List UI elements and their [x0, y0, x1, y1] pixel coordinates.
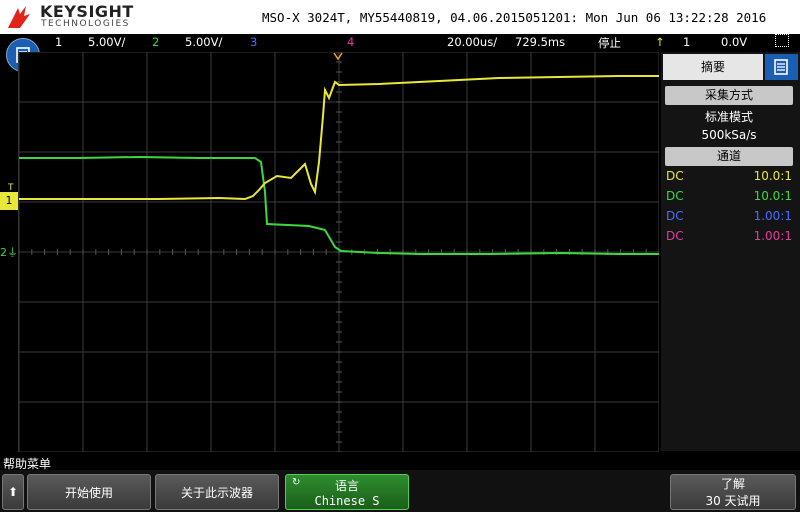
getting-started-softkey[interactable]: 开始使用	[27, 474, 151, 510]
softkey-label: 开始使用	[64, 485, 113, 500]
ch2-marker-label: 2	[0, 246, 7, 259]
channel-row: DC 10.0:1	[0, 189, 800, 207]
graticule	[19, 52, 659, 452]
trigger-level[interactable]: 0.0V	[721, 35, 747, 49]
screen-select-icon[interactable]	[775, 34, 789, 47]
ch2-number[interactable]: 2	[152, 35, 159, 49]
refresh-icon: ↻	[292, 477, 301, 488]
channel-coupling: DC	[666, 169, 684, 183]
channel-probe: 10.0:1	[753, 169, 792, 183]
trigger-source[interactable]: 1	[683, 35, 690, 49]
trigger-position-marker	[333, 52, 343, 61]
ch1-scale[interactable]: 5.00V/	[88, 35, 125, 49]
softkey-value: 30 天试用	[705, 494, 761, 508]
channel-probe: 10.0:1	[753, 189, 792, 203]
channel-coupling: DC	[666, 209, 684, 223]
channel-coupling: DC	[666, 189, 684, 203]
ch3-number[interactable]: 3	[250, 35, 257, 49]
arrow-up-icon: ⬆	[7, 485, 19, 499]
timebase-value[interactable]: 20.00us/	[447, 35, 497, 49]
trigger-edge-icon: ↑	[655, 35, 665, 49]
about-softkey[interactable]: 关于此示波器	[155, 474, 279, 510]
channel-row: DC 1.00:1	[0, 209, 800, 227]
softkey-label: 了解	[720, 477, 745, 491]
channel-row: DC 10.0:1	[0, 169, 800, 187]
softkey-label: 语言	[334, 478, 359, 493]
ground-icon: ⏚	[7, 246, 18, 259]
learn-softkey[interactable]: 了解 30 天试用	[670, 474, 796, 510]
channel-coupling: DC	[666, 229, 684, 243]
ch2-scale[interactable]: 5.00V/	[185, 35, 222, 49]
ch1-number[interactable]: 1	[55, 35, 62, 49]
acquisition-button[interactable]: 采集方式	[665, 86, 793, 105]
menu-icon	[774, 59, 788, 75]
brand-subtitle: TECHNOLOGIES	[41, 19, 130, 29]
channel-probe: 1.00:1	[753, 209, 792, 223]
channel-status-bar: 1 5.00V/ 2 5.00V/ 3 4 20.00us/ 729.5ms 停…	[0, 34, 800, 52]
channel-button[interactable]: 通道	[665, 147, 793, 166]
ch4-number[interactable]: 4	[347, 35, 354, 49]
run-state: 停止	[598, 36, 621, 50]
softkey-value: Chinese S	[314, 493, 380, 508]
menu-up-button[interactable]: ⬆	[2, 474, 24, 510]
delay-value[interactable]: 729.5ms	[515, 35, 565, 49]
instrument-title: MSO-X 3024T, MY55440819, 04.06.201505120…	[262, 10, 767, 25]
channel-probe: 1.00:1	[753, 229, 792, 243]
tab-summary[interactable]: 摘要	[663, 54, 763, 80]
sample-rate: 500kSa/s	[701, 128, 757, 142]
acquisition-mode: 标准模式	[704, 110, 753, 124]
keysight-logo-icon	[8, 6, 30, 28]
language-softkey[interactable]: ↻ 语言 Chinese S	[285, 474, 409, 510]
waveform-display[interactable]	[18, 52, 659, 452]
panel-menu-button[interactable]	[765, 54, 798, 80]
softkey-label: 关于此示波器	[180, 485, 253, 500]
channel-row: DC 1.00:1	[0, 229, 800, 247]
